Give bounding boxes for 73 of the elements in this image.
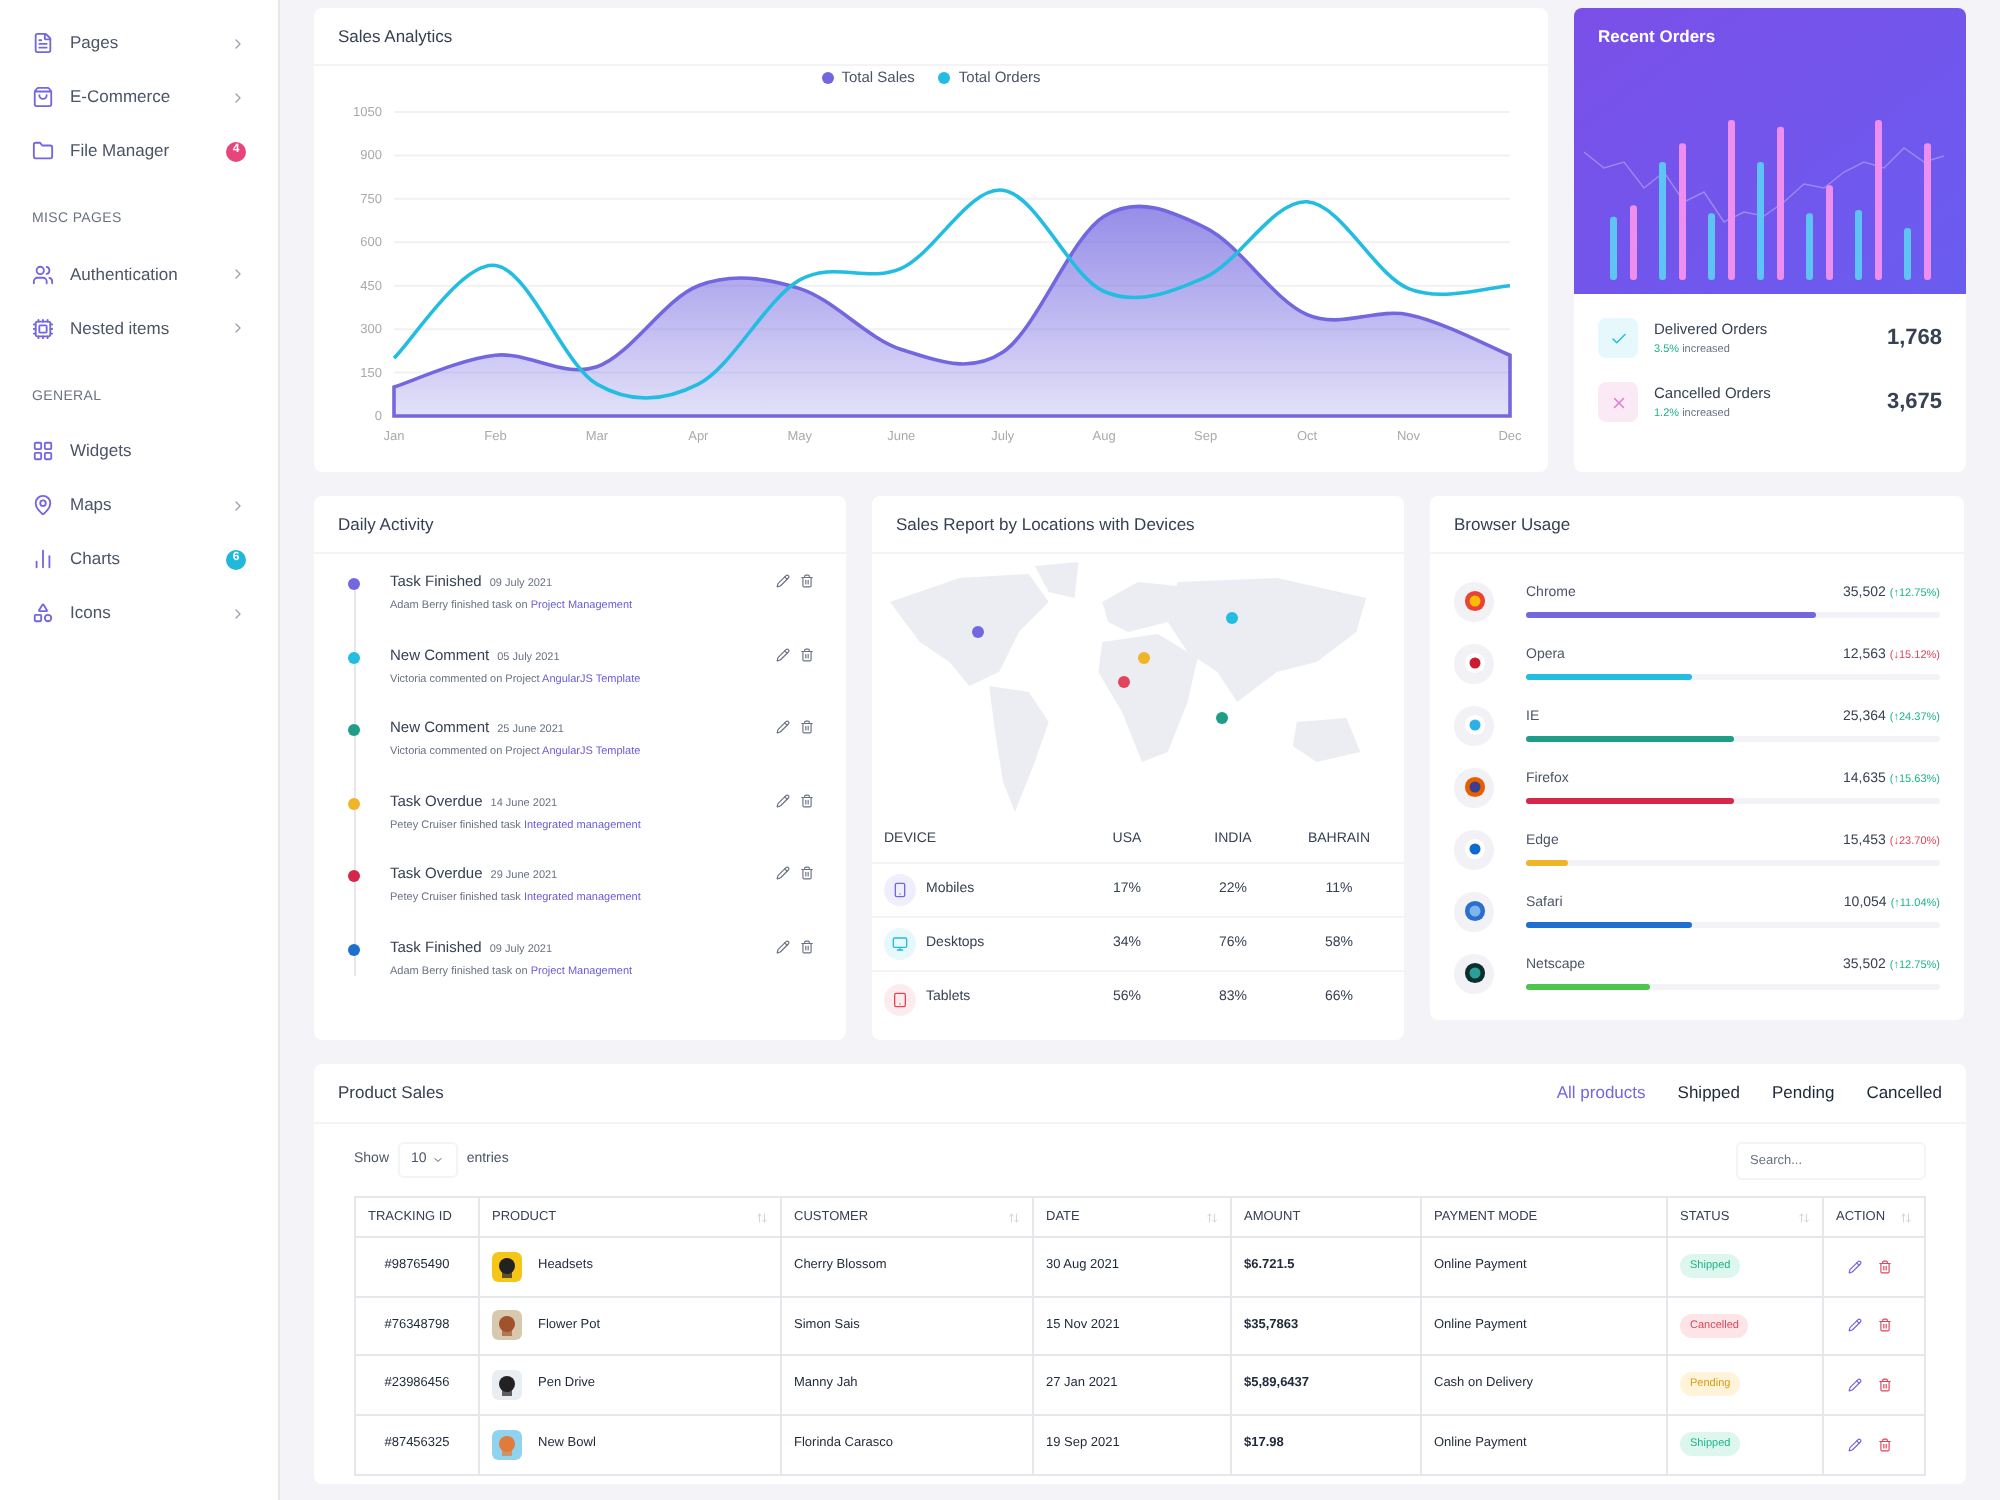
close-icon (1598, 382, 1638, 422)
edit-icon[interactable] (776, 939, 790, 953)
bar (1630, 205, 1637, 280)
menu-item-icon (32, 140, 54, 162)
bar (1904, 228, 1911, 280)
sidebar-item[interactable]: E-Commerce (16, 70, 262, 124)
sidebar-item[interactable]: Nested items (16, 301, 262, 355)
bar (1708, 213, 1715, 280)
map-marker[interactable] (1215, 711, 1228, 724)
bar (1679, 143, 1686, 280)
edit-icon[interactable] (776, 793, 790, 807)
menu-item-icon (32, 548, 54, 570)
check-icon (1598, 318, 1638, 358)
card-title: Product Sales (338, 1080, 446, 1106)
delete-icon[interactable] (1878, 1259, 1892, 1274)
delete-icon[interactable] (800, 939, 814, 953)
card-title: Daily Activity (338, 511, 434, 537)
edit-icon[interactable] (776, 866, 790, 880)
delete-icon[interactable] (800, 793, 814, 807)
sidebar-item[interactable]: Authentication (16, 247, 262, 301)
bar (1806, 213, 1813, 280)
edit-icon[interactable] (776, 647, 790, 661)
delete-icon[interactable] (800, 866, 814, 880)
edit-icon[interactable] (776, 720, 790, 734)
mobile-icon (884, 874, 916, 906)
browser-logo-icon (1454, 581, 1494, 621)
delete-icon[interactable] (1878, 1437, 1892, 1452)
desktop-icon (884, 928, 916, 960)
menu-item-icon (32, 86, 54, 108)
edit-icon[interactable] (1848, 1259, 1862, 1274)
browser-logo-icon (1454, 891, 1494, 931)
menu-item-icon (32, 440, 54, 462)
card-title: Browser Usage (1454, 511, 1571, 537)
menu-item-icon (32, 317, 54, 339)
browser-logo-icon (1454, 705, 1494, 745)
edit-icon[interactable] (776, 574, 790, 588)
browser-logo-icon (1454, 767, 1494, 807)
delete-icon[interactable] (800, 720, 814, 734)
menu-item-icon (32, 263, 54, 285)
edit-icon[interactable] (1848, 1437, 1862, 1452)
bar (1826, 185, 1833, 280)
menu-item-icon (32, 494, 54, 516)
sidebar-item[interactable]: Maps (16, 478, 262, 532)
edit-icon[interactable] (1848, 1377, 1862, 1392)
card-title: Sales Report by Locations with Devices (896, 511, 1195, 537)
bar (1924, 143, 1931, 280)
sidebar-item[interactable]: Pages (16, 16, 262, 70)
bar (1757, 162, 1764, 280)
sidebar-item[interactable]: Widgets (16, 424, 262, 478)
bar (1659, 162, 1666, 280)
delete-icon[interactable] (800, 647, 814, 661)
delete-icon[interactable] (800, 574, 814, 588)
delete-icon[interactable] (1878, 1318, 1892, 1333)
stat-value: 3,675 (1886, 387, 1942, 418)
filter-tab[interactable]: Cancelled (1866, 1080, 1942, 1106)
sidebar-item[interactable]: Icons (16, 586, 262, 640)
bar (1855, 210, 1862, 280)
delete-icon[interactable] (1878, 1377, 1892, 1392)
tablet-icon (884, 983, 916, 1015)
card-title: Recent Orders (1596, 24, 1718, 50)
browser-logo-icon (1454, 953, 1494, 993)
filter-tab[interactable]: All products (1556, 1080, 1646, 1106)
browser-logo-icon (1454, 829, 1494, 869)
bar (1610, 216, 1617, 280)
browser-logo-icon (1454, 643, 1494, 683)
card-title: Sales Analytics (338, 23, 453, 49)
filter-tab[interactable]: Pending (1771, 1080, 1835, 1106)
stat-value: 1,768 (1886, 323, 1942, 354)
caret-icon (432, 1154, 445, 1166)
edit-icon[interactable] (1848, 1318, 1862, 1333)
menu-item-icon (32, 602, 54, 624)
filter-tab[interactable]: Shipped (1677, 1080, 1740, 1106)
menu-item-icon (32, 32, 54, 54)
